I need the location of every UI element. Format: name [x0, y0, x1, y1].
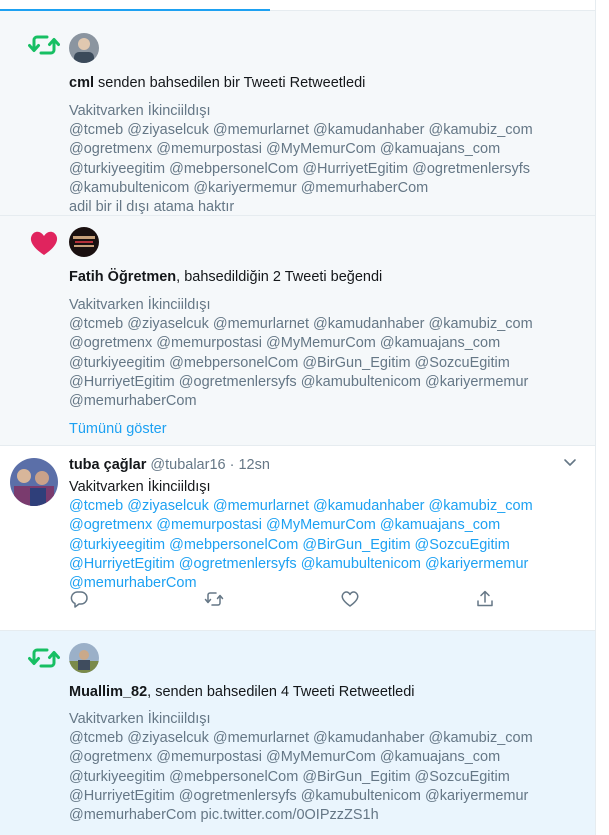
chevron-down-icon[interactable]	[563, 458, 577, 468]
actor-name[interactable]: Muallim_82	[69, 684, 147, 700]
text-line: @ogretmenx @memurpostasi @MyMemurCom @ka…	[69, 335, 501, 352]
text-line: Vakitvarken İkinciildışı	[69, 297, 211, 313]
notification-retweet-cml[interactable]: cml senden bahsedilen bir Tweeti Retweet…	[0, 11, 595, 216]
text-line: @memurhaberCom	[69, 393, 197, 410]
tweet-tuba[interactable]: tuba çağlar @tubalar16 · 12sn Vakitvarke…	[0, 446, 595, 631]
text-line: @memurhaberCom pic.twitter.com/0OIPzzZS1…	[69, 807, 379, 824]
text-line: @HurriyetEgitim @ogretmenlersyfs @kamubu…	[69, 373, 529, 390]
actor-name[interactable]: cml	[69, 75, 94, 91]
notification-like-fatih[interactable]: Fatih Öğretmen, bahsedildiğin 2 Tweeti b…	[0, 216, 595, 446]
action-text: , bahsedildiğin 2 Tweeti beğendi	[176, 269, 383, 285]
text-line: @tcmeb @ziyaselcuk @memurlarnet @kamudan…	[69, 316, 533, 333]
retweet-icon	[28, 648, 60, 668]
avatar-fatih[interactable]	[69, 227, 99, 257]
notification-header: Muallim_82, senden bahsedilen 4 Tweeti R…	[69, 684, 415, 700]
action-text: senden bahsedilen bir Tweeti Retweetledi	[94, 75, 366, 91]
mention-line[interactable]: @HurriyetEgitim @ogretmenlersyfs @kamubu…	[69, 555, 569, 574]
share-icon[interactable]	[475, 589, 495, 609]
heart-icon[interactable]	[340, 589, 360, 609]
mention-line[interactable]: @ogretmenx @memurpostasi @MyMemurCom @ka…	[69, 516, 569, 535]
text-line: @ogretmenx @memurpostasi @MyMemurCom @ka…	[69, 749, 501, 766]
show-all-link[interactable]: Tümünü göster	[69, 421, 167, 437]
reply-icon[interactable]	[69, 589, 89, 609]
tweet-text[interactable]: Vakitvarken İkinciildışı @tcmeb @ziyasel…	[69, 478, 569, 593]
notification-header: Fatih Öğretmen, bahsedildiğin 2 Tweeti b…	[69, 269, 382, 285]
text-line: adil bir il dışı atama haktır	[69, 199, 235, 216]
retweet-icon	[28, 35, 60, 55]
notification-header: cml senden bahsedilen bir Tweeti Retweet…	[69, 75, 365, 91]
avatar-cml[interactable]	[69, 33, 99, 63]
notification-retweet-muallim[interactable]: Muallim_82, senden bahsedilen 4 Tweeti R…	[0, 631, 595, 835]
text-line: Vakitvarken İkinciildışı	[69, 479, 211, 495]
text-line: @kamubultenicom @kariyermemur @memurhabe…	[69, 179, 429, 196]
quoted-tweet-text[interactable]: Vakitvarken İkinciildışı @tcmeb @ziyasel…	[69, 296, 569, 411]
text-line: @turkiyeegitim @mebpersonelCom @BirGun_E…	[69, 768, 510, 785]
text-line: Vakitvarken İkinciildışı	[69, 103, 211, 119]
avatar-tuba[interactable]	[10, 458, 58, 506]
quoted-tweet-text[interactable]: Vakitvarken İkinciildışı @tcmeb @ziyasel…	[69, 710, 569, 825]
text-line: @tcmeb @ziyaselcuk @memurlarnet @kamudan…	[69, 730, 533, 747]
tab-bar	[0, 0, 595, 11]
action-text: , senden bahsedilen 4 Tweeti Retweetledi	[147, 684, 415, 700]
actor-name[interactable]: Fatih Öğretmen	[69, 269, 176, 285]
mention-line[interactable]: @tcmeb @ziyaselcuk @memurlarnet @kamudan…	[69, 497, 569, 516]
retweet-icon[interactable]	[204, 589, 224, 609]
text-line: @ogretmenx @memurpostasi @MyMemurCom @ka…	[69, 141, 501, 158]
text-line: @HurriyetEgitim @ogretmenlersyfs @kamubu…	[69, 787, 529, 804]
mention-line[interactable]: @turkiyeegitim @mebpersonelCom @BirGun_E…	[69, 536, 569, 555]
dot-separator: ·	[229, 457, 235, 473]
tweet-time[interactable]: 12sn	[238, 457, 269, 473]
notifications-page: cml senden bahsedilen bir Tweeti Retweet…	[0, 0, 596, 835]
text-line: @turkiyeegitim @mebpersonelCom @BirGun_E…	[69, 354, 510, 371]
heart-icon	[30, 231, 58, 255]
text-line: Vakitvarken İkinciildışı	[69, 711, 211, 727]
text-line: @turkiyeegitim @mebpersonelCom @Hurriyet…	[69, 160, 530, 177]
avatar-muallim[interactable]	[69, 643, 99, 673]
quoted-tweet-text[interactable]: Vakitvarken İkinciildışı @tcmeb @ziyasel…	[69, 102, 569, 217]
author-name[interactable]: tuba çağlar	[69, 457, 146, 473]
text-line: @tcmeb @ziyaselcuk @memurlarnet @kamudan…	[69, 122, 533, 139]
author-handle[interactable]: @tubalar16	[150, 457, 225, 473]
tweet-header: tuba çağlar @tubalar16 · 12sn	[69, 457, 270, 473]
